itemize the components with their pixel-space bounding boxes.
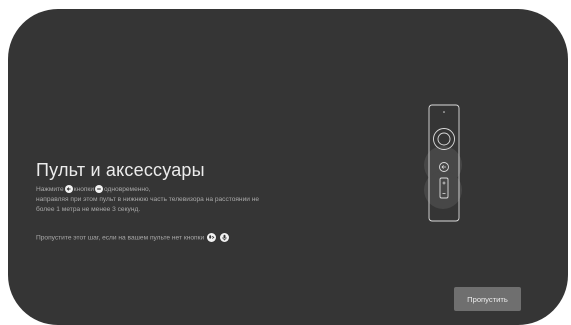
voice-search-icon [207,233,217,242]
instruction-line-2: направляя при этом пульт в нижнюю часть … [36,196,260,203]
back-arrow-icon [64,185,73,194]
instruction-line-1: Нажмите кнопки одновременно, [36,185,151,195]
remote-dpad-center [437,132,451,146]
instruction-press: Нажмите [36,186,64,193]
skip-note-text: Пропустите этот шаг, если на вашем пульт… [36,234,205,242]
skip-note: Пропустите этот шаг, если на вашем пульт… [36,233,230,243]
microphone-icon [219,233,229,242]
remote-control-graphic [424,104,462,222]
instruction-buttons-word: кнопки [73,186,95,193]
instruction-simultaneously: одновременно, [104,186,151,193]
page-title: Пульт и аксессуары [36,160,205,180]
instruction-line-3: более 1 метра не менее 3 секунд. [36,206,141,213]
remote-led [443,111,445,113]
minus-icon [95,185,104,194]
tv-screen: Пульт и аксессуары Нажмите кнопки одноврем… [8,9,568,325]
highlight-circle-volume [424,171,462,209]
remote-illustration [413,93,483,223]
skip-button[interactable]: Пропустить [454,287,521,311]
